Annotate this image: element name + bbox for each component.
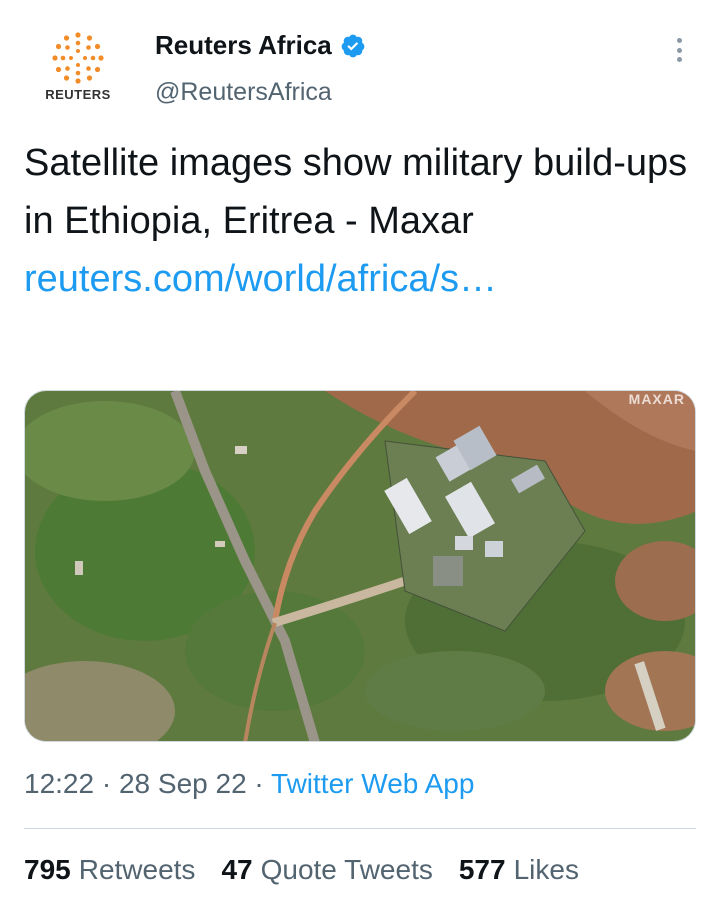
meta-separator: · bbox=[246, 768, 272, 799]
retweets-count: 795 bbox=[24, 854, 71, 885]
meta-separator: · bbox=[94, 768, 119, 799]
tweet-stats: 795 Retweets 47 Quote Tweets 577 Likes bbox=[24, 854, 579, 886]
retweets-stat[interactable]: 795 Retweets bbox=[24, 854, 195, 886]
tweet-source[interactable]: Twitter Web App bbox=[271, 768, 474, 799]
verified-badge-icon bbox=[341, 34, 365, 57]
avatar[interactable]: REUTERS bbox=[23, 25, 133, 113]
quotes-label: Quote Tweets bbox=[260, 854, 433, 885]
reuters-logo-icon bbox=[52, 32, 104, 84]
tweet-body: Satellite images show military build-ups… bbox=[24, 142, 688, 242]
tweet-text: Satellite images show military build-ups… bbox=[24, 134, 696, 308]
tweet-media-image[interactable]: MAXAR bbox=[24, 390, 696, 742]
quotes-count: 47 bbox=[221, 854, 253, 885]
tweet-time[interactable]: 12:22 bbox=[24, 768, 94, 799]
likes-stat[interactable]: 577 Likes bbox=[459, 854, 579, 886]
likes-count: 577 bbox=[458, 854, 506, 885]
likes-label: Likes bbox=[513, 854, 579, 885]
media-watermark: MAXAR bbox=[628, 391, 685, 407]
retweets-label: Retweets bbox=[78, 854, 196, 885]
more-options-icon[interactable] bbox=[667, 34, 691, 66]
tweet-meta: 12:22 · 28 Sep 22 · Twitter Web App bbox=[24, 768, 474, 800]
author-display-name[interactable]: Reuters Africa bbox=[155, 30, 332, 61]
quotes-stat[interactable]: 47 Quote Tweets bbox=[221, 854, 432, 886]
tweet-link[interactable]: reuters.com/world/africa/s… bbox=[24, 258, 497, 300]
avatar-wordmark: REUTERS bbox=[45, 87, 111, 102]
author-name-row: Reuters Africa bbox=[155, 30, 366, 61]
divider bbox=[24, 828, 696, 829]
author-handle[interactable]: @ReutersAfrica bbox=[155, 78, 332, 107]
satellite-image bbox=[25, 391, 695, 741]
tweet-date[interactable]: 28 Sep 22 bbox=[119, 768, 247, 799]
